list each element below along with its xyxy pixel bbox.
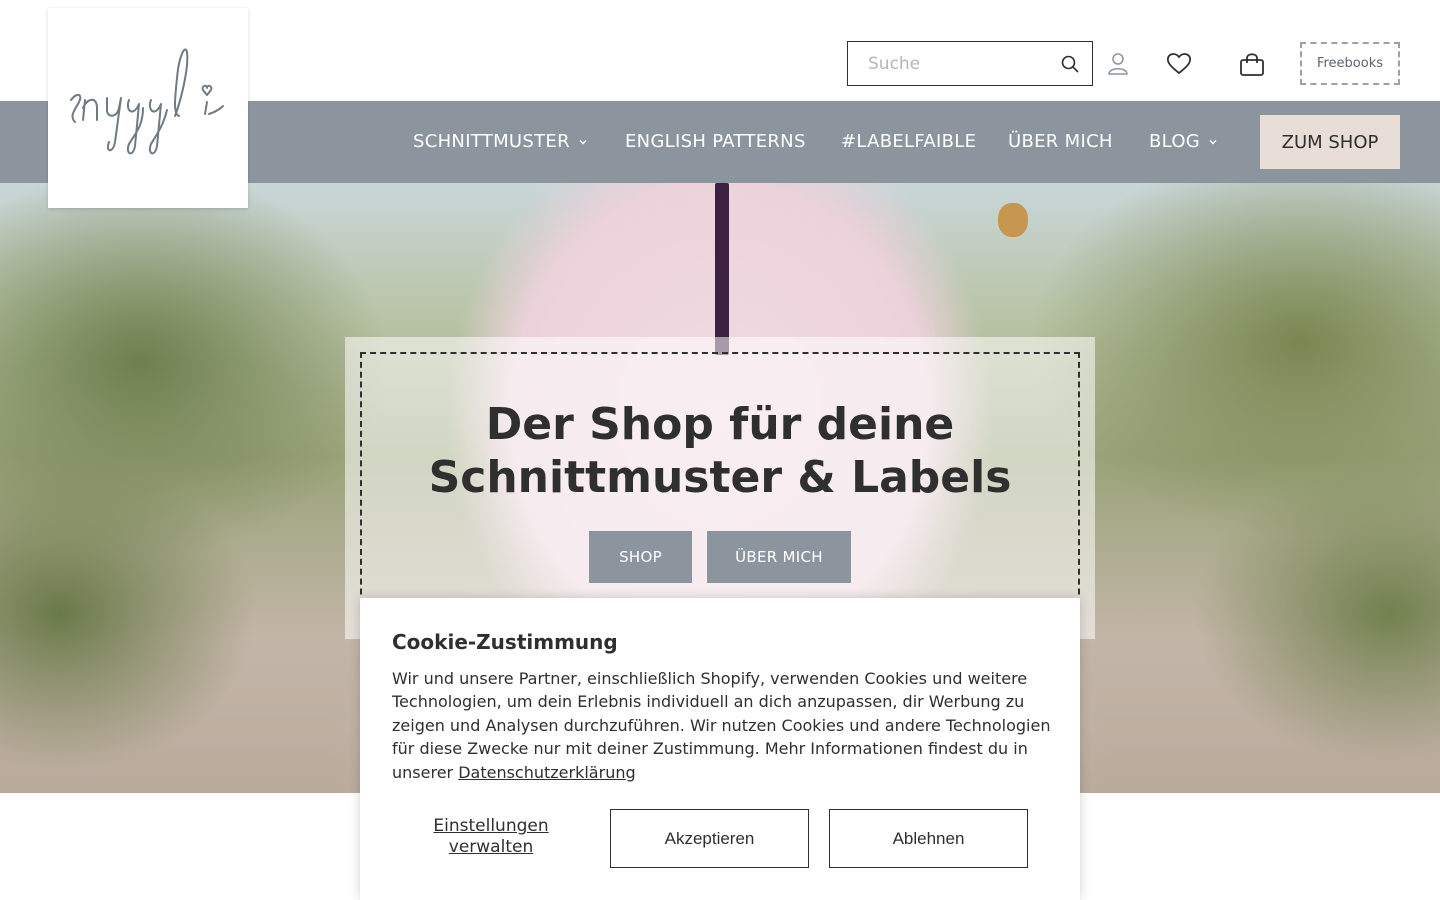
site-logo[interactable]: snyggli: [48, 8, 248, 208]
cookie-consent-banner: Cookie-Zustimmung Wir und unsere Partner…: [360, 598, 1080, 900]
nav-item-label: SCHNITTMUSTER: [413, 131, 570, 152]
nav-item-blog[interactable]: BLOG: [1149, 131, 1218, 152]
nav-item-ueber-mich[interactable]: ÜBER MICH: [1008, 131, 1113, 152]
heart-icon[interactable]: [1165, 50, 1193, 78]
nav-item-label: ENGLISH PATTERNS: [625, 131, 806, 152]
shop-button[interactable]: SHOP: [589, 531, 692, 583]
search-bar: [847, 41, 1093, 86]
nav-item-schnittmuster[interactable]: SCHNITTMUSTER: [413, 131, 588, 152]
decline-button[interactable]: Ablehnen: [829, 809, 1028, 868]
freebooks-button[interactable]: Freebooks: [1300, 42, 1400, 85]
privacy-policy-link[interactable]: Datenschutzerklärung: [458, 763, 635, 782]
about-button[interactable]: ÜBER MICH: [707, 531, 851, 583]
hero-title-line2: Schnittmuster & Labels: [428, 452, 1012, 503]
hero-patch-detail: [998, 203, 1028, 237]
nav-item-labelfaible[interactable]: #LABELFAIBLE: [841, 131, 976, 152]
hero-zipper-detail: [715, 183, 729, 355]
cookie-title: Cookie-Zustimmung: [392, 630, 618, 654]
snyggli-logo-icon: [70, 48, 224, 155]
chevron-down-icon: [579, 139, 587, 144]
zum-shop-button[interactable]: ZUM SHOP: [1260, 115, 1400, 169]
hero-title-line1: Der Shop für deine: [485, 399, 955, 450]
account-icon[interactable]: [1104, 50, 1132, 78]
search-icon[interactable]: [1060, 54, 1080, 74]
chevron-down-icon: [1209, 139, 1217, 144]
accept-button[interactable]: Akzeptieren: [610, 809, 809, 868]
search-input[interactable]: [848, 42, 1048, 85]
hero-title: Der Shop für deine Schnittmuster & Label…: [362, 398, 1078, 504]
site-header: snyggli Freebooks: [0, 0, 1440, 208]
cookie-text: Wir und unsere Partner, einschließlich S…: [392, 667, 1052, 784]
manage-settings-link[interactable]: Einstellungen verwalten: [408, 816, 574, 858]
nav-item-label: BLOG: [1149, 131, 1201, 152]
nav-item-label: ÜBER MICH: [1008, 131, 1113, 152]
hero-card-border: Der Shop für deine Schnittmuster & Label…: [360, 352, 1080, 624]
nav-item-english-patterns[interactable]: ENGLISH PATTERNS: [625, 131, 806, 152]
cart-icon[interactable]: [1238, 50, 1266, 78]
hero-card: Der Shop für deine Schnittmuster & Label…: [345, 337, 1095, 639]
nav-item-label: #LABELFAIBLE: [841, 131, 977, 152]
